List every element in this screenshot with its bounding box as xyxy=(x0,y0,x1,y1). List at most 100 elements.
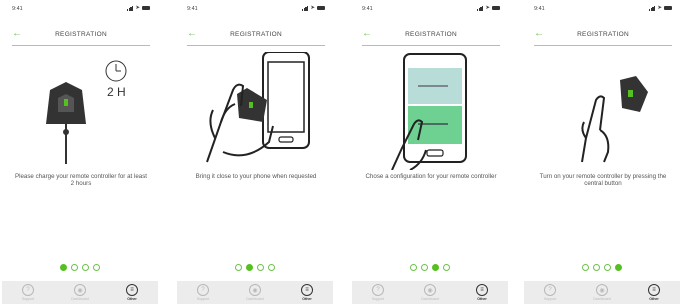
page-dot[interactable] xyxy=(582,264,589,271)
clock-icon xyxy=(105,60,127,82)
remote-controller-icon xyxy=(46,82,86,164)
step-caption: Turn on your remote controller by pressi… xyxy=(539,173,667,188)
battery-icon xyxy=(142,6,150,10)
tab-support[interactable]: ? Support xyxy=(8,284,48,301)
pointing-hand-icon xyxy=(581,95,610,163)
location-icon: ➤ xyxy=(310,5,315,11)
registration-screen-step-3: 9:41 ➤ ← REGISTRATION Chose a configurat… xyxy=(352,0,508,304)
registration-screen-step-2: 9:41 ➤ ← REGISTRATION Bring it close to … xyxy=(177,0,333,304)
configuration-illustration xyxy=(391,53,467,170)
page-dot-active[interactable] xyxy=(60,264,67,271)
registration-screen-step-1: 9:41 ➤ ← REGISTRATION 2 H Please charge … xyxy=(2,0,158,304)
status-icons: ➤ xyxy=(126,5,150,11)
tab-label: Other xyxy=(477,297,487,301)
header: ← REGISTRATION xyxy=(12,24,150,46)
tab-other[interactable]: ≡ Other xyxy=(634,284,674,301)
tab-label: Dashboard xyxy=(246,297,264,301)
tab-other[interactable]: ≡ Other xyxy=(462,284,502,301)
signal-icon xyxy=(648,5,656,11)
page-dot[interactable] xyxy=(93,264,100,271)
page-dot[interactable] xyxy=(593,264,600,271)
tab-dashboard[interactable]: ◉ Dashboard xyxy=(60,284,100,301)
charge-duration-label: 2 H xyxy=(107,85,126,99)
tab-label: Dashboard xyxy=(421,297,439,301)
tab-label: Support xyxy=(543,297,557,301)
page-dot-active[interactable] xyxy=(432,264,439,271)
status-time: 9:41 xyxy=(534,6,545,12)
status-bar: 9:41 ➤ xyxy=(362,4,500,16)
page-dot-active[interactable] xyxy=(246,264,253,271)
tab-label: Support xyxy=(371,297,385,301)
step-caption: Bring it close to your phone when reques… xyxy=(195,173,317,180)
tab-label: Support xyxy=(21,297,35,301)
status-icons: ➤ xyxy=(476,5,500,11)
phone-icon xyxy=(262,52,310,149)
status-time: 9:41 xyxy=(362,6,373,12)
tab-label: Other xyxy=(127,297,137,301)
header: ← REGISTRATION xyxy=(534,24,672,46)
help-icon: ? xyxy=(372,284,384,296)
location-icon: ➤ xyxy=(485,5,490,11)
power-on-illustration xyxy=(581,76,648,163)
signal-icon xyxy=(301,5,309,11)
tab-bar: ? Support ◉ Dashboard ≡ Other xyxy=(352,281,508,304)
menu-icon: ≡ xyxy=(476,284,488,296)
help-icon: ? xyxy=(544,284,556,296)
page-dot[interactable] xyxy=(604,264,611,271)
battery-icon xyxy=(492,6,500,10)
dashboard-icon: ◉ xyxy=(596,284,608,296)
dashboard-icon: ◉ xyxy=(74,284,86,296)
page-title: REGISTRATION xyxy=(577,31,629,38)
page-dot[interactable] xyxy=(235,264,242,271)
page-dot[interactable] xyxy=(443,264,450,271)
battery-icon xyxy=(664,6,672,10)
status-time: 9:41 xyxy=(12,6,23,12)
tab-dashboard[interactable]: ◉ Dashboard xyxy=(582,284,622,301)
remote-controller-icon xyxy=(620,76,648,112)
step-caption: Chose a configuration for your remote co… xyxy=(365,173,497,180)
tab-support[interactable]: ? Support xyxy=(530,284,570,301)
status-icons: ➤ xyxy=(648,5,672,11)
phone-icon xyxy=(403,53,467,163)
location-icon: ➤ xyxy=(135,5,140,11)
tab-other[interactable]: ≡ Other xyxy=(112,284,152,301)
location-icon: ➤ xyxy=(657,5,662,11)
status-icons: ➤ xyxy=(301,5,325,11)
tab-bar: ? Support ◉ Dashboard ≡ Other xyxy=(177,281,333,304)
tab-dashboard[interactable]: ◉ Dashboard xyxy=(235,284,275,301)
tab-dashboard[interactable]: ◉ Dashboard xyxy=(410,284,450,301)
tab-label: Dashboard xyxy=(593,297,611,301)
tab-support[interactable]: ? Support xyxy=(358,284,398,301)
help-icon: ? xyxy=(197,284,209,296)
tab-bar: ? Support ◉ Dashboard ≡ Other xyxy=(524,281,680,304)
tab-label: Dashboard xyxy=(71,297,89,301)
page-dot[interactable] xyxy=(410,264,417,271)
header: ← REGISTRATION xyxy=(362,24,500,46)
menu-icon: ≡ xyxy=(301,284,313,296)
page-title: REGISTRATION xyxy=(230,31,282,38)
pagination-dots xyxy=(2,264,158,271)
help-icon: ? xyxy=(22,284,34,296)
page-dot[interactable] xyxy=(82,264,89,271)
tab-other[interactable]: ≡ Other xyxy=(287,284,327,301)
status-bar: 9:41 ➤ xyxy=(12,4,150,16)
pagination-dots xyxy=(177,264,333,271)
menu-icon: ≡ xyxy=(648,284,660,296)
page-dot-active[interactable] xyxy=(615,264,622,271)
page-title: REGISTRATION xyxy=(405,31,457,38)
tab-bar: ? Support ◉ Dashboard ≡ Other xyxy=(2,281,158,304)
page-dot[interactable] xyxy=(71,264,78,271)
step-caption: Please charge your remote controller for… xyxy=(14,173,148,188)
signal-icon xyxy=(476,5,484,11)
pagination-dots xyxy=(352,264,508,271)
registration-screen-step-4: 9:41 ➤ ← REGISTRATION Turn on your remot… xyxy=(524,0,680,304)
tab-support[interactable]: ? Support xyxy=(183,284,223,301)
page-dot[interactable] xyxy=(421,264,428,271)
page-title: REGISTRATION xyxy=(55,31,107,38)
status-time: 9:41 xyxy=(187,6,198,12)
dashboard-icon: ◉ xyxy=(424,284,436,296)
page-dot[interactable] xyxy=(268,264,275,271)
page-dot[interactable] xyxy=(257,264,264,271)
status-bar: 9:41 ➤ xyxy=(534,4,672,16)
tab-label: Other xyxy=(649,297,659,301)
